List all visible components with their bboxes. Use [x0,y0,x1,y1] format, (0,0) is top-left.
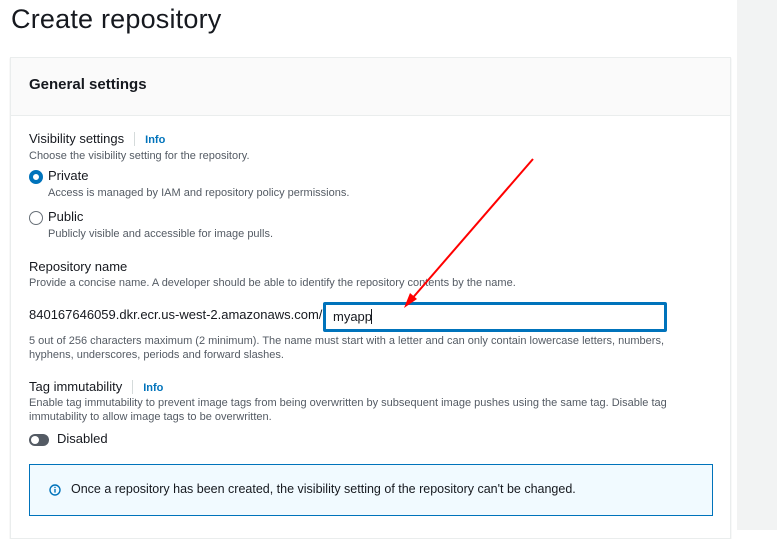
tag-immutability-label: Tag immutability [29,379,123,394]
visibility-info-alert: Once a repository has been created, the … [29,464,713,516]
visibility-info-link[interactable]: Info [145,134,165,146]
repository-name-constraint-line1: 5 out of 256 characters maximum (2 minim… [29,335,665,347]
tag-immutability-label-row: Tag immutability Info [29,378,163,396]
tag-immutability-description-line1: Enable tag immutability to prevent image… [29,397,667,409]
info-icon [49,484,61,496]
general-settings-panel: General settings Visibility settings Info… [10,57,731,539]
divider [134,131,136,146]
radio-public[interactable] [29,211,43,225]
repository-name-input[interactable]: myapp [323,302,667,332]
repository-name-description: Provide a concise name. A developer shou… [29,277,516,289]
right-gutter [737,0,777,530]
panel-header: General settings [11,58,730,116]
tag-immutability-description-line2: immutability to allow image tags to be o… [29,411,272,423]
divider [132,379,134,394]
toggle-knob [31,436,39,444]
tag-immutability-toggle-label: Disabled [57,431,108,446]
tag-immutability-toggle[interactable] [29,434,49,446]
radio-private-description: Access is managed by IAM and repository … [48,187,350,199]
text-cursor [371,309,372,324]
visibility-label: Visibility settings [29,131,125,146]
tag-immutability-info-link[interactable]: Info [143,382,163,394]
page-title: Create repository [11,4,222,34]
radio-public-label[interactable]: Public [48,209,83,224]
panel-title: General settings [29,76,147,93]
radio-public-description: Publicly visible and accessible for imag… [48,228,273,240]
alert-message: Once a repository has been created, the … [71,482,576,496]
repository-uri-prefix: 840167646059.dkr.ecr.us-west-2.amazonaws… [29,307,323,322]
repository-name-label: Repository name [29,259,128,274]
visibility-description: Choose the visibility setting for the re… [29,150,250,162]
radio-private[interactable] [29,170,43,184]
repository-name-constraint-line2: hyphens, underscores, periods and forwar… [29,349,284,361]
radio-private-label[interactable]: Private [48,168,88,183]
repository-name-value[interactable]: myapp [333,309,372,324]
visibility-label-row: Visibility settings Info [29,130,165,148]
